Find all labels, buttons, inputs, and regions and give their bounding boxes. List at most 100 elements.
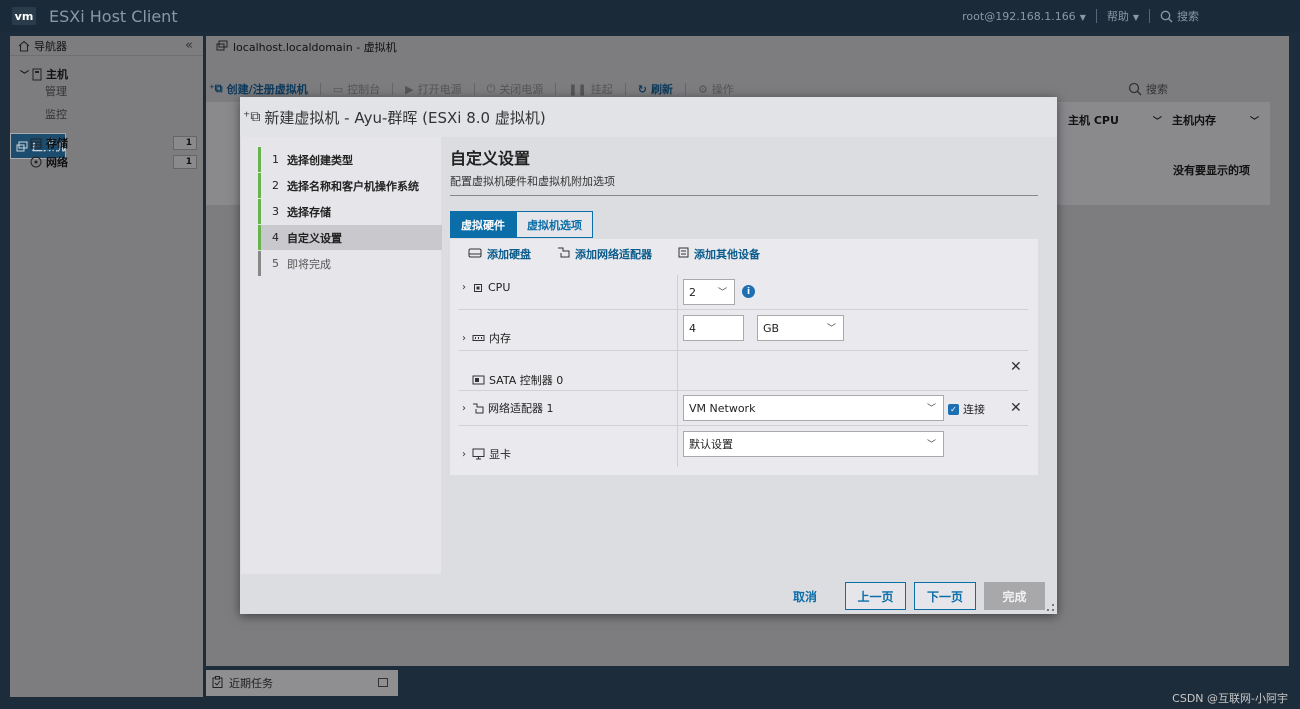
divider — [1095, 9, 1097, 23]
memory-icon — [472, 334, 485, 343]
server-icon — [32, 68, 42, 80]
empty-message: 没有要显示的项 — [1173, 164, 1250, 177]
page-title: 自定义设置 — [450, 149, 531, 168]
network-icon — [30, 156, 42, 168]
monitor-icon — [472, 448, 485, 460]
divider — [1149, 9, 1150, 23]
chevron-down-icon: ﹀ — [1152, 117, 1162, 127]
power-icon: ⏻ — [486, 82, 496, 95]
chevron-down-icon: ﹀ — [926, 404, 936, 414]
disk-icon — [468, 248, 482, 261]
page-subtitle: 配置虚拟机硬件和虚拟机附加选项 — [450, 173, 1038, 196]
count-badge: 1 — [173, 155, 197, 169]
device-icon — [678, 247, 689, 261]
create-vm-button[interactable]: ⁺⧉ 创建/注册虚拟机 — [209, 81, 308, 97]
sidebar-item-network[interactable]: 网络 1 — [10, 153, 203, 171]
add-network-adapter-button[interactable]: 添加网络适配器 — [557, 246, 652, 262]
step-1: 1 选择创建类型 — [258, 147, 442, 172]
hardware-row-memory: › 内存 4 GB ﹀ — [458, 310, 1028, 351]
remove-icon[interactable]: ✕ — [1010, 359, 1022, 375]
chevron-down-icon: ﹀ — [717, 288, 727, 298]
add-other-device-button[interactable]: 添加其他设备 — [678, 246, 760, 262]
wizard-steps: 1 选择创建类型 2 选择名称和客户机操作系统 3 选择存储 4 自定义设置 5 即将完成 — [241, 137, 442, 574]
hardware-row-network-adapter: › 网络适配器 1 VM Network ﹀ ✓ 连接 ✕ — [458, 391, 1028, 426]
wizard-content: 自定义设置 配置虚拟机硬件和虚拟机附加选项 虚拟硬件 虚拟机选项 添加硬盘 添加… — [450, 145, 1038, 475]
tab-virtual-hardware[interactable]: 虚拟硬件 — [450, 211, 516, 238]
chevron-down-icon: ﹀ — [1250, 117, 1260, 127]
restore-icon[interactable] — [378, 678, 388, 687]
connect-checkbox[interactable]: ✓ 连接 — [948, 401, 985, 417]
console-icon: ▭ — [332, 82, 344, 96]
actions-button[interactable]: ⚙ 操作 — [698, 81, 734, 97]
chevron-right-icon[interactable]: › — [462, 449, 472, 460]
clipboard-icon — [212, 675, 223, 691]
next-button[interactable]: 下一页 — [914, 582, 976, 610]
power-on-button[interactable]: ▶ 打开电源 — [405, 81, 461, 97]
info-icon[interactable]: i — [742, 285, 755, 298]
add-disk-button[interactable]: 添加硬盘 — [468, 246, 531, 262]
gear-icon: ⚙ — [697, 82, 708, 96]
checkmark-icon: ✓ — [948, 403, 959, 415]
app-title: ESXi Host Client — [49, 6, 178, 26]
count-badge: 1 — [173, 136, 197, 150]
tab-vm-options[interactable]: 虚拟机选项 — [516, 211, 593, 238]
vm-search-input[interactable]: 搜索 — [1128, 78, 1268, 100]
sidebar-item-storage[interactable]: 存储 1 — [10, 134, 203, 152]
suspend-button[interactable]: ❚❚ 挂起 — [568, 81, 612, 97]
cpu-icon — [472, 282, 484, 294]
video-card-select[interactable]: 默认设置 ﹀ — [683, 431, 944, 457]
play-icon: ▶ — [405, 82, 414, 96]
sidebar-item-monitor[interactable]: 监控 — [10, 105, 203, 125]
breadcrumb: localhost.localdomain - 虚拟机 — [206, 36, 1289, 58]
chevron-right-icon[interactable]: › — [462, 333, 472, 344]
console-button[interactable]: ▭ 控制台 — [333, 81, 380, 97]
collapse-icon[interactable]: « — [185, 38, 193, 53]
hardware-row-sata: SATA 控制器 0 ✕ — [458, 351, 1028, 391]
vm-toolbar: ⁺⧉ 创建/注册虚拟机 ▭ 控制台 ▶ 打开电源 ⏻ 关闭电源 ❚❚ 挂起 ↻ 刷新 ⚙ 操作 — [209, 80, 1269, 98]
wizard-title: ⁺⧉ 新建虚拟机 - Ayu-群晖 (ESXi 8.0 虚拟机) — [240, 97, 1057, 137]
home-icon — [18, 40, 30, 52]
step-4: 4 自定义设置 — [258, 225, 442, 250]
search-icon — [1128, 82, 1142, 96]
power-off-button[interactable]: ⏻ 关闭电源 — [487, 81, 544, 97]
help-menu[interactable]: 帮助 ▼ — [1107, 8, 1139, 24]
back-button[interactable]: 上一页 — [845, 582, 906, 610]
hardware-row-video-card: › 显卡 默认设置 ﹀ — [458, 426, 1028, 467]
storage-icon — [30, 138, 42, 149]
network-adapter-icon — [472, 403, 484, 414]
remove-icon[interactable]: ✕ — [1010, 400, 1022, 416]
recent-tasks-bar[interactable]: 近期任务 — [206, 670, 398, 696]
sidebar-item-manage[interactable]: 管理 — [10, 82, 203, 102]
user-menu[interactable]: root@192.168.1.166 ▼ — [962, 10, 1086, 23]
step-5: 5 即将完成 — [258, 251, 442, 276]
search-icon — [1160, 10, 1173, 22]
chevron-right-icon[interactable]: › — [462, 282, 472, 293]
step-2: 2 选择名称和客户机操作系统 — [258, 173, 442, 198]
cpu-count-select[interactable]: 2 ﹀ — [683, 279, 735, 305]
add-vm-icon: ⁺⧉ — [243, 109, 261, 125]
chevron-down-icon: ▼ — [1132, 13, 1139, 22]
add-vm-icon: ⁺⧉ — [209, 82, 223, 95]
sidebar-item-host[interactable]: ﹀ 主机 — [10, 66, 203, 82]
network-select[interactable]: VM Network ﹀ — [683, 395, 944, 421]
resize-handle[interactable] — [1047, 604, 1054, 611]
hardware-actions: 添加硬盘 添加网络适配器 添加其他设备 — [450, 239, 1038, 269]
column-header-host-memory[interactable]: 主机内存 ﹀ — [1172, 112, 1259, 128]
navigator-header: 导航器 « — [10, 36, 203, 56]
finish-button[interactable]: 完成 — [984, 582, 1045, 610]
chevron-down-icon: ﹀ — [20, 70, 30, 81]
vmware-logo: vm — [12, 7, 36, 25]
memory-size-input[interactable]: 4 — [683, 315, 744, 341]
top-search[interactable]: 搜索 — [1160, 8, 1300, 24]
cancel-button[interactable]: 取消 — [784, 582, 826, 610]
chevron-right-icon[interactable]: › — [462, 403, 472, 414]
column-header-host-cpu[interactable]: 主机 CPU ﹀ — [1068, 112, 1162, 128]
chevron-down-icon: ▼ — [1079, 12, 1086, 22]
memory-unit-select[interactable]: GB ﹀ — [757, 315, 844, 341]
new-vm-wizard: ⁺⧉ 新建虚拟机 - Ayu-群晖 (ESXi 8.0 虚拟机) 1 选择创建类型… — [240, 97, 1057, 614]
refresh-icon: ↻ — [637, 82, 647, 96]
refresh-button[interactable]: ↻ 刷新 — [638, 81, 673, 97]
chevron-down-icon: ﹀ — [826, 324, 836, 334]
wizard-footer: 取消 上一页 下一页 完成 — [240, 574, 1057, 614]
tab-bar: 虚拟硬件 虚拟机选项 — [450, 211, 593, 238]
